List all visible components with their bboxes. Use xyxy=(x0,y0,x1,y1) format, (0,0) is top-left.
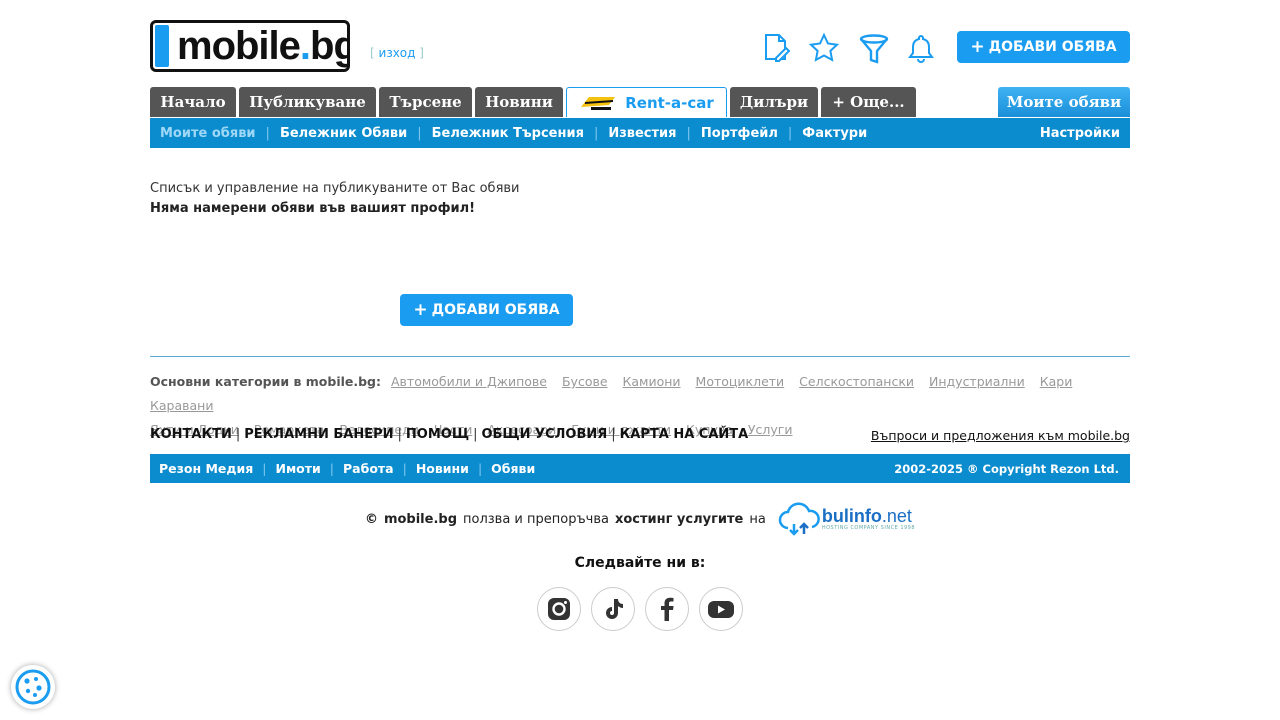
facebook-icon[interactable] xyxy=(645,587,689,631)
tab-dealers[interactable]: Дилъри xyxy=(730,87,818,117)
footer-link-help[interactable]: ПОМОЩ xyxy=(406,427,469,442)
tiktok-icon[interactable] xyxy=(591,587,635,631)
logout-link[interactable]: [ изход ] xyxy=(370,46,424,60)
youtube-icon[interactable] xyxy=(699,587,743,631)
subnav-my-listings[interactable]: Моите обяви xyxy=(150,126,266,141)
empty-state-message: Няма намерени обяви във вашият профил! xyxy=(150,201,476,216)
social-links xyxy=(537,587,743,631)
tab-rent-a-car[interactable]: Rent-a-car xyxy=(566,87,727,117)
tab-publish[interactable]: Публикуване xyxy=(239,87,376,117)
bottom-link[interactable]: Имоти xyxy=(267,461,330,476)
category-link[interactable]: Индустриални xyxy=(929,374,1025,389)
logo-text: mobile.bg xyxy=(177,24,347,68)
subnav-settings[interactable]: Настройки xyxy=(1030,126,1130,141)
add-listing-button-header[interactable]: + ДОБАВИ ОБЯВА xyxy=(957,31,1130,63)
footer-link-sitemap[interactable]: КАРТА НА САЙТА xyxy=(620,427,749,442)
footer-link-terms[interactable]: ОБЩИ УСЛОВИЯ xyxy=(481,427,607,442)
bottom-link[interactable]: Резон Медия xyxy=(150,461,262,476)
tab-more[interactable]: + Още... xyxy=(821,87,916,117)
tab-search[interactable]: Търсене xyxy=(379,87,472,117)
main-tabs: Начало Публикуване Търсене Новини Rent-a… xyxy=(150,87,1130,118)
subnav-wallet[interactable]: Портфейл xyxy=(691,126,788,141)
category-link[interactable]: Автомобили и Джипове xyxy=(391,374,547,389)
copyright-text: 2002-2025 ® Copyright Rezon Ltd. xyxy=(894,461,1119,476)
sub-navigation: Моите обяви | Бележник Обяви | Бележник … xyxy=(150,118,1130,148)
page-description: Списък и управление на публикуваните от … xyxy=(150,181,520,196)
bottom-link[interactable]: Работа xyxy=(334,461,403,476)
site-logo[interactable]: mobile.bg xyxy=(150,20,350,72)
cookie-settings-icon[interactable] xyxy=(11,665,55,709)
footer-link-contacts[interactable]: КОНТАКТИ xyxy=(150,427,232,442)
feedback-link[interactable]: Въпроси и предложения към mobile.bg xyxy=(871,428,1130,443)
rent-a-car-logo-icon xyxy=(581,96,616,110)
subnav-notifications[interactable]: Известия xyxy=(598,126,686,141)
bulinfo-logo[interactable]: bulinfo.net HOSTING COMPANY SINCE 1998 xyxy=(776,502,915,536)
subnav-saved-listings[interactable]: Бележник Обяви xyxy=(270,126,417,141)
bottom-link[interactable]: Новини xyxy=(407,461,478,476)
category-link[interactable]: Бусове xyxy=(562,374,608,389)
hosting-notice: © mobile.bg ползва и препоръчва хостинг … xyxy=(150,502,1130,536)
footer-links: КОНТАКТИ | РЕКЛАМНИ БАНЕРИ | ПОМОЩ | ОБЩИ УСЛО… xyxy=(150,427,749,442)
tab-my-listings[interactable]: Моите обяви xyxy=(998,87,1130,117)
instagram-icon[interactable] xyxy=(537,587,581,631)
follow-us-title: Следвайте ни в: xyxy=(574,555,706,571)
add-listing-button[interactable]: + ДОБАВИ ОБЯВА xyxy=(400,294,573,326)
divider xyxy=(150,356,1130,357)
filter-icon[interactable] xyxy=(858,32,890,64)
logo-bar xyxy=(155,25,169,67)
bell-icon[interactable] xyxy=(905,32,937,64)
subnav-invoices[interactable]: Фактури xyxy=(792,126,877,141)
category-link[interactable]: Селскостопански xyxy=(799,374,914,389)
bottom-link[interactable]: Обяви xyxy=(482,461,544,476)
footer-link-ad-banners[interactable]: РЕКЛАМНИ БАНЕРИ xyxy=(244,427,393,442)
edit-document-icon[interactable] xyxy=(760,32,792,64)
categories-label: Основни категории в mobile.bg: xyxy=(150,374,382,389)
tab-news[interactable]: Новини xyxy=(475,87,563,117)
tab-home[interactable]: Начало xyxy=(150,87,236,117)
category-link[interactable]: Услуги xyxy=(748,422,793,437)
category-link[interactable]: Камиони xyxy=(623,374,681,389)
subnav-saved-searches[interactable]: Бележник Търсения xyxy=(422,126,594,141)
cloud-icon xyxy=(778,502,820,536)
star-icon[interactable] xyxy=(808,32,840,64)
category-link[interactable]: Мотоциклети xyxy=(696,374,785,389)
category-link[interactable]: Каравани xyxy=(150,398,213,413)
category-link[interactable]: Кари xyxy=(1040,374,1073,389)
bottom-bar: Резон Медия | Имоти | Работа | Новини | … xyxy=(150,454,1130,483)
